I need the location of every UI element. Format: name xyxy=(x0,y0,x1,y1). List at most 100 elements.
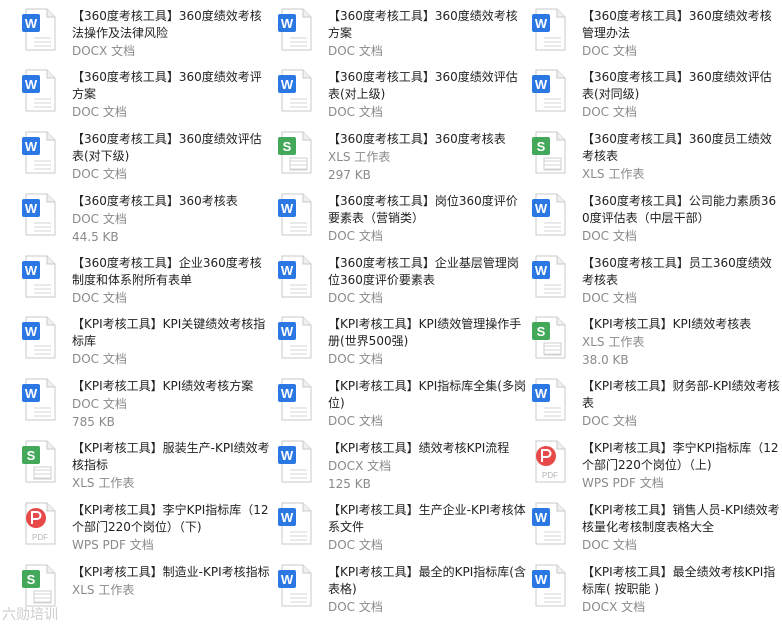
file-type: XLS 工作表 xyxy=(582,335,645,349)
word-document-icon: W xyxy=(532,564,568,608)
file-name: 【360度考核工具】公司能力素质360度评估表（中层干部） xyxy=(582,194,777,225)
svg-text:W: W xyxy=(25,324,38,339)
file-item[interactable]: S 【KPI考核工具】服装生产-KPI绩效考核指标 XLS 工作表 xyxy=(22,440,272,500)
file-item[interactable]: PDF 【KPI考核工具】李宁KPI指标库（12个部门220个岗位）（上) WPS … xyxy=(532,440,782,500)
file-item[interactable]: W 【360度考核工具】360考核表 DOC 文档 44.5 KB xyxy=(22,193,272,253)
file-item[interactable]: W 【KPI考核工具】绩效考核KPI流程 DOCX 文档 125 KB xyxy=(278,440,528,500)
svg-text:W: W xyxy=(535,386,548,401)
file-item[interactable]: S 【KPI考核工具】制造业-KPI考核指标 XLS 工作表 xyxy=(22,564,272,624)
file-item[interactable]: S 【360度考核工具】360度员工绩效考核表 XLS 工作表 xyxy=(532,131,782,191)
svg-text:W: W xyxy=(281,324,294,339)
file-item[interactable]: W 【KPI考核工具】KPI绩效管理操作手册(世界500强) DOC 文档 xyxy=(278,316,528,376)
svg-text:W: W xyxy=(535,16,548,31)
file-item[interactable]: W 【360度考核工具】员工360度绩效考核表 DOC 文档 xyxy=(532,255,782,315)
word-document-icon: W xyxy=(22,69,58,113)
pdf-document-icon: PDF xyxy=(532,440,568,484)
file-item[interactable]: W 【360度考核工具】360度绩效评估表(对上级) DOC 文档 xyxy=(278,69,528,129)
file-text: 【KPI考核工具】服装生产-KPI绩效考核指标 XLS 工作表 xyxy=(72,440,270,492)
file-name: 【KPI考核工具】生产企业-KPI考核体系文件 xyxy=(328,503,526,534)
word-document-icon: W xyxy=(278,378,314,422)
file-text: 【360度考核工具】公司能力素质360度评估表（中层干部） DOC 文档 xyxy=(582,193,780,245)
svg-text:S: S xyxy=(27,448,36,463)
svg-text:W: W xyxy=(25,201,38,216)
file-name: 【360度考核工具】企业基层管理岗位360度评价要素表 xyxy=(328,256,519,287)
file-size: 38.0 KB xyxy=(582,353,629,367)
word-document-icon: W xyxy=(22,193,58,237)
svg-text:W: W xyxy=(281,263,294,278)
file-item[interactable]: W 【360度考核工具】企业360度考核制度和体系附所有表单 DOC 文档 xyxy=(22,255,272,315)
file-text: 【KPI考核工具】李宁KPI指标库（12个部门220个岗位）（上) WPS PDF… xyxy=(582,440,780,492)
file-text: 【KPI考核工具】生产企业-KPI考核体系文件 DOC 文档 xyxy=(328,502,526,554)
file-name: 【KPI考核工具】制造业-KPI考核指标 xyxy=(72,565,270,579)
file-type: WPS PDF 文档 xyxy=(582,476,664,490)
file-item[interactable]: W 【KPI考核工具】KPI指标库全集(多岗位) DOC 文档 xyxy=(278,378,528,438)
file-type: DOC 文档 xyxy=(582,105,637,119)
file-name: 【360度考核工具】岗位360度评价要素表（营销类） xyxy=(328,194,518,225)
file-item[interactable]: W 【KPI考核工具】最全绩效考核KPI指标库( 按职能 ) DOCX 文档 xyxy=(532,564,782,624)
file-item[interactable]: W 【360度考核工具】公司能力素质360度评估表（中层干部） DOC 文档 xyxy=(532,193,782,253)
file-type: DOC 文档 xyxy=(72,105,127,119)
file-item[interactable]: W 【360度考核工具】360度绩效考核管理办法 DOC 文档 xyxy=(532,8,782,68)
svg-text:S: S xyxy=(537,139,546,154)
file-name: 【360度考核工具】360度绩效评估表(对上级) xyxy=(328,70,518,101)
file-type: DOCX 文档 xyxy=(582,600,646,614)
file-item[interactable]: W 【360度考核工具】岗位360度评价要素表（营销类） DOC 文档 xyxy=(278,193,528,253)
file-item[interactable]: W 【KPI考核工具】KPI关键绩效考核指标库 DOC 文档 xyxy=(22,316,272,376)
file-type: DOC 文档 xyxy=(72,352,127,366)
excel-sheet-icon: S xyxy=(278,131,314,175)
file-type: WPS PDF 文档 xyxy=(72,538,154,552)
file-name: 【360度考核工具】360考核表 xyxy=(72,194,238,208)
file-text: 【360度考核工具】360度考核表 XLS 工作表 297 KB xyxy=(328,131,526,184)
file-text: 【KPI考核工具】KPI绩效考核方案 DOC 文档 785 KB xyxy=(72,378,270,431)
svg-text:PDF: PDF xyxy=(32,533,48,542)
file-text: 【360度考核工具】360度绩效考评方案 DOC 文档 xyxy=(72,69,270,121)
file-text: 【KPI考核工具】KPI绩效考核表 XLS 工作表 38.0 KB xyxy=(582,316,780,369)
word-document-icon: W xyxy=(22,8,58,52)
file-item[interactable]: W 【KPI考核工具】生产企业-KPI考核体系文件 DOC 文档 xyxy=(278,502,528,562)
file-type: DOCX 文档 xyxy=(72,44,136,58)
excel-sheet-icon: S xyxy=(22,564,58,608)
file-name: 【360度考核工具】360度绩效评估表(对同级) xyxy=(582,70,772,101)
file-item[interactable]: W 【KPI考核工具】KPI绩效考核方案 DOC 文档 785 KB xyxy=(22,378,272,438)
svg-text:W: W xyxy=(281,201,294,216)
excel-sheet-icon: S xyxy=(532,131,568,175)
file-item[interactable]: W 【360度考核工具】360度绩效考评方案 DOC 文档 xyxy=(22,69,272,129)
word-document-icon: W xyxy=(532,255,568,299)
file-size: 44.5 KB xyxy=(72,230,119,244)
file-text: 【360度考核工具】企业基层管理岗位360度评价要素表 DOC 文档 xyxy=(328,255,526,307)
svg-text:S: S xyxy=(537,324,546,339)
file-item[interactable]: W 【KPI考核工具】销售人员-KPI绩效考核量化考核制度表格大全 DOC 文档 xyxy=(532,502,782,562)
file-name: 【360度考核工具】360度绩效考评方案 xyxy=(72,70,262,101)
word-document-icon: W xyxy=(278,502,314,546)
file-size: 297 KB xyxy=(328,168,371,182)
file-item[interactable]: W 【360度考核工具】360度绩效考核法操作及法律风险 DOCX 文档 xyxy=(22,8,272,68)
file-item[interactable]: W 【360度考核工具】360度绩效评估表(对下级) DOC 文档 xyxy=(22,131,272,191)
file-text: 【360度考核工具】企业360度考核制度和体系附所有表单 DOC 文档 xyxy=(72,255,270,307)
file-item[interactable]: W 【360度考核工具】360度绩效考核方案 DOC 文档 xyxy=(278,8,528,68)
file-type: DOC 文档 xyxy=(72,167,127,181)
file-text: 【KPI考核工具】财务部-KPI绩效考核表 DOC 文档 xyxy=(582,378,780,430)
file-name: 【KPI考核工具】销售人员-KPI绩效考核量化考核制度表格大全 xyxy=(582,503,780,534)
svg-text:S: S xyxy=(27,572,36,587)
file-name: 【KPI考核工具】最全的KPI指标库(含表格) xyxy=(328,565,526,596)
file-text: 【KPI考核工具】KPI指标库全集(多岗位) DOC 文档 xyxy=(328,378,526,430)
file-item[interactable]: W 【KPI考核工具】最全的KPI指标库(含表格) DOC 文档 xyxy=(278,564,528,624)
file-item[interactable]: W 【KPI考核工具】财务部-KPI绩效考核表 DOC 文档 xyxy=(532,378,782,438)
svg-text:W: W xyxy=(281,448,294,463)
word-document-icon: W xyxy=(532,69,568,113)
word-document-icon: W xyxy=(22,378,58,422)
file-type: DOC 文档 xyxy=(328,352,383,366)
word-document-icon: W xyxy=(532,8,568,52)
file-item[interactable]: W 【360度考核工具】360度绩效评估表(对同级) DOC 文档 xyxy=(532,69,782,129)
file-item[interactable]: W 【360度考核工具】企业基层管理岗位360度评价要素表 DOC 文档 xyxy=(278,255,528,315)
word-document-icon: W xyxy=(278,255,314,299)
file-type: DOC 文档 xyxy=(328,600,383,614)
file-item[interactable]: S 【KPI考核工具】KPI绩效考核表 XLS 工作表 38.0 KB xyxy=(532,316,782,376)
file-name: 【360度考核工具】360度绩效考核管理办法 xyxy=(582,9,772,40)
file-item[interactable]: PDF 【KPI考核工具】李宁KPI指标库（12个部门220个岗位）（下) WPS … xyxy=(22,502,272,562)
file-item[interactable]: S 【360度考核工具】360度考核表 XLS 工作表 297 KB xyxy=(278,131,528,191)
svg-text:W: W xyxy=(25,16,38,31)
svg-text:W: W xyxy=(25,77,38,92)
file-name: 【KPI考核工具】KPI关键绩效考核指标库 xyxy=(72,317,266,348)
file-text: 【KPI考核工具】KPI绩效管理操作手册(世界500强) DOC 文档 xyxy=(328,316,526,368)
